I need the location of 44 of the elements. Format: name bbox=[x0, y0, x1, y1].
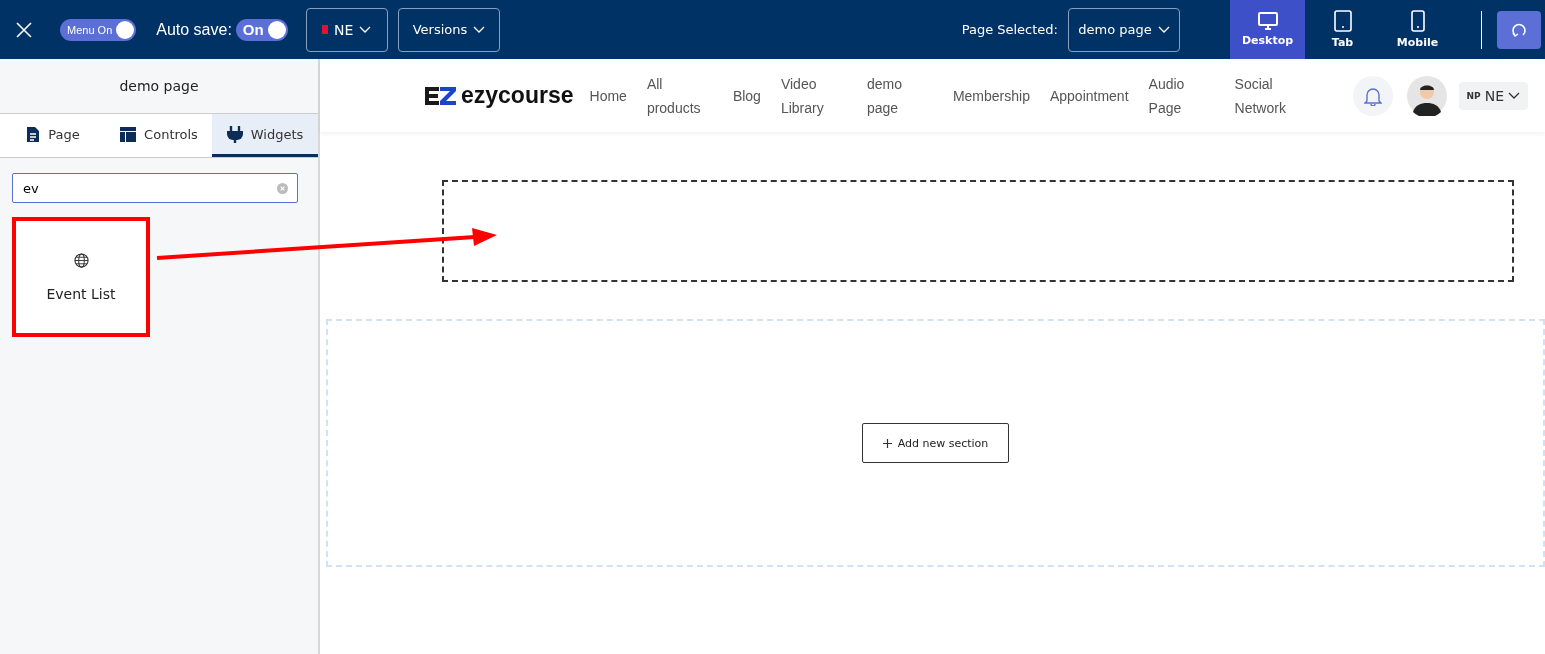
nav-link[interactable]: Home bbox=[589, 83, 627, 108]
nav-link[interactable]: Audio Page bbox=[1148, 71, 1215, 120]
nav-link[interactable]: Video Library bbox=[780, 71, 847, 120]
chevron-down-icon bbox=[1157, 25, 1170, 34]
page-dropdown[interactable]: demo page bbox=[1068, 7, 1180, 52]
sidebar-tab[interactable]: Widgets bbox=[212, 114, 318, 157]
add-section-button[interactable]: Add new section bbox=[861, 423, 1010, 463]
logo-text: ezycourse bbox=[461, 82, 574, 109]
auto-save-label: Auto save: bbox=[156, 20, 232, 39]
language-selector[interactable]: NP NE bbox=[1458, 81, 1528, 110]
page-selected-label: Page Selected: bbox=[961, 22, 1058, 37]
language-dropdown[interactable]: NE bbox=[305, 7, 388, 52]
nav-link[interactable]: Membership bbox=[952, 83, 1030, 108]
nav-link[interactable]: Social Network bbox=[1234, 71, 1301, 120]
chevron-down-icon bbox=[1508, 91, 1520, 100]
device-tab[interactable]: Tab bbox=[1305, 0, 1380, 59]
versions-dropdown[interactable]: Versions bbox=[397, 7, 501, 52]
refresh-button[interactable] bbox=[1497, 10, 1541, 49]
bell-icon bbox=[1363, 85, 1382, 106]
widget-card[interactable]: Event List bbox=[12, 217, 150, 337]
avatar-icon bbox=[1406, 75, 1447, 116]
device-tab[interactable]: Mobile bbox=[1380, 0, 1455, 59]
globe-icon bbox=[73, 252, 89, 268]
search-field[interactable]: ev bbox=[12, 173, 298, 203]
chevron-down-icon bbox=[473, 25, 486, 34]
refresh-icon bbox=[1511, 21, 1527, 38]
device-tab[interactable]: Desktop bbox=[1230, 0, 1305, 59]
auto-save-toggle[interactable]: On bbox=[235, 18, 288, 41]
menu-toggle[interactable]: Menu On bbox=[60, 18, 137, 41]
logo-icon bbox=[425, 84, 457, 107]
plus-icon bbox=[882, 438, 892, 448]
nav-link[interactable]: All products bbox=[646, 71, 713, 120]
phone-icon bbox=[1410, 10, 1425, 32]
layout-icon bbox=[120, 126, 137, 142]
plug-icon bbox=[226, 125, 243, 143]
document-icon bbox=[26, 125, 41, 143]
tablet-icon bbox=[1333, 10, 1352, 32]
flag-icon bbox=[322, 25, 329, 34]
nav-link[interactable]: demo page bbox=[866, 71, 933, 120]
nav-link[interactable]: Blog bbox=[732, 83, 761, 108]
nav-link[interactable]: Appointment bbox=[1049, 83, 1129, 108]
widget-label: Event List bbox=[46, 285, 116, 302]
monitor-icon bbox=[1257, 12, 1278, 30]
chevron-down-icon bbox=[359, 25, 372, 34]
